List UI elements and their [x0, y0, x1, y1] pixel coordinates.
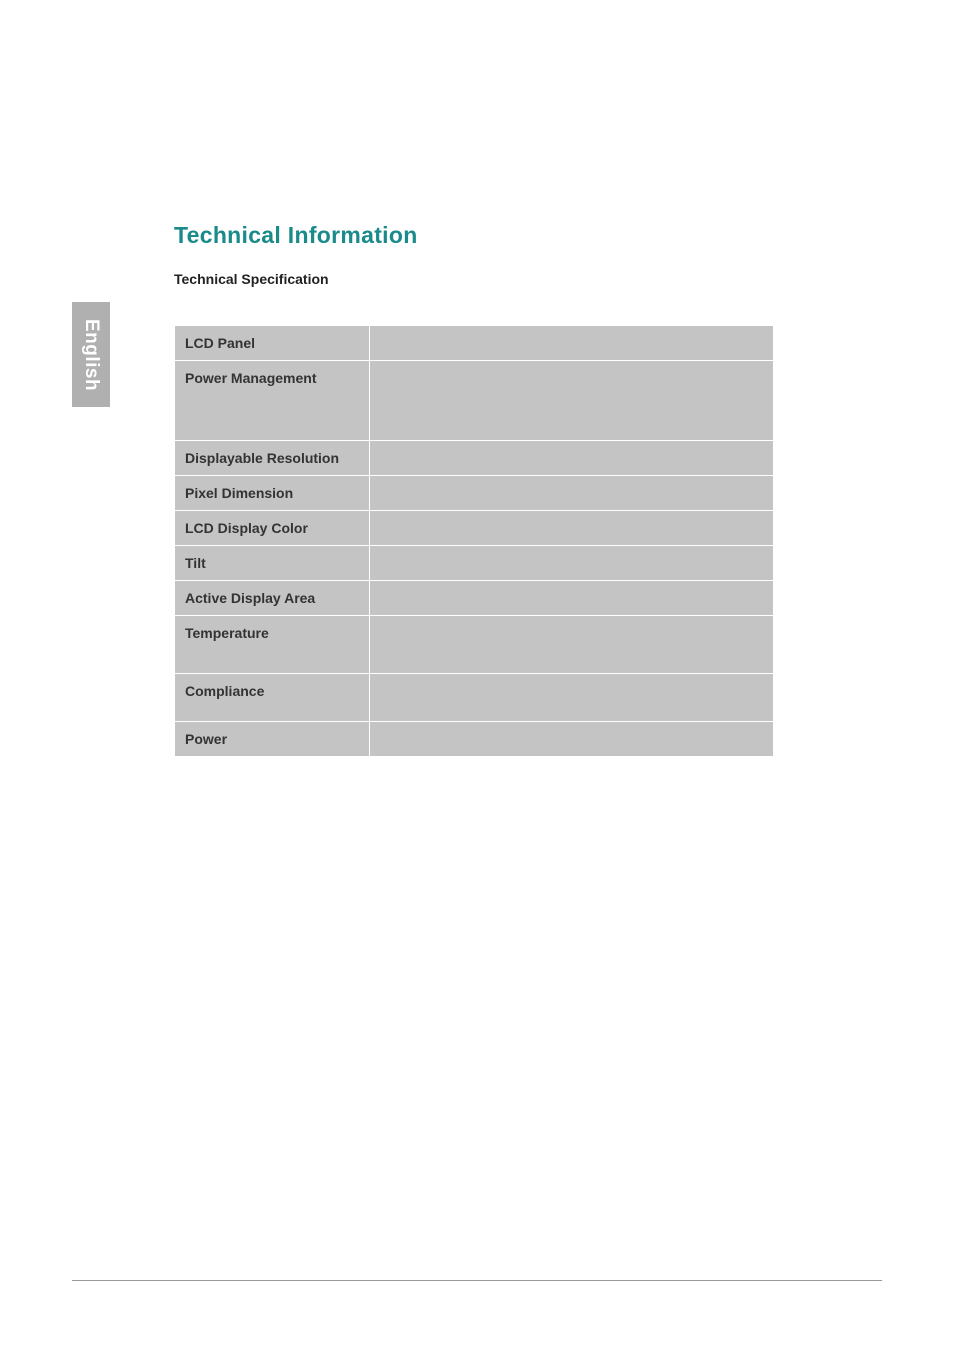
table-row: Displayable Resolution [175, 441, 774, 476]
spec-value [369, 581, 773, 616]
table-row: Active Display Area [175, 581, 774, 616]
spec-value [369, 722, 773, 757]
spec-label: Temperature [175, 616, 370, 674]
spec-value [369, 674, 773, 722]
spec-value [369, 441, 773, 476]
spec-label: Active Display Area [175, 581, 370, 616]
spec-label: Displayable Resolution [175, 441, 370, 476]
spec-value [369, 476, 773, 511]
page-title: Technical Information [174, 222, 774, 249]
spec-value [369, 361, 773, 441]
table-row: Power Management [175, 361, 774, 441]
spec-value [369, 511, 773, 546]
table-row: Power [175, 722, 774, 757]
page-subtitle: Technical Specification [174, 271, 774, 287]
table-row: LCD Display Color [175, 511, 774, 546]
table-row: LCD Panel [175, 326, 774, 361]
table-row: Temperature [175, 616, 774, 674]
spec-value [369, 616, 773, 674]
spec-label: Tilt [175, 546, 370, 581]
spec-value [369, 326, 773, 361]
table-row: Pixel Dimension [175, 476, 774, 511]
table-row: Compliance [175, 674, 774, 722]
table-row: Tilt [175, 546, 774, 581]
language-tab: English [72, 302, 110, 407]
spec-value [369, 546, 773, 581]
main-content: Technical Information Technical Specific… [174, 222, 774, 757]
spec-label: LCD Panel [175, 326, 370, 361]
language-tab-text: English [80, 318, 102, 390]
spec-label: Compliance [175, 674, 370, 722]
spec-label: Power Management [175, 361, 370, 441]
spec-label: Power [175, 722, 370, 757]
spec-label: Pixel Dimension [175, 476, 370, 511]
spec-label: LCD Display Color [175, 511, 370, 546]
footer-divider [72, 1280, 882, 1281]
spec-table: LCD Panel Power Management Displayable R… [174, 325, 774, 757]
